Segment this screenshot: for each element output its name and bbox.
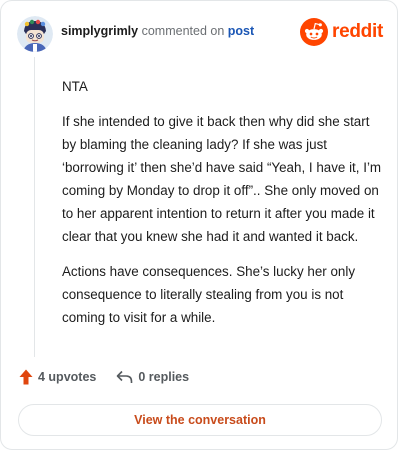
username-link[interactable]: simplygrimly (61, 24, 138, 38)
reddit-brand[interactable]: reddit (300, 18, 383, 46)
comment-paragraph: NTA (62, 79, 88, 94)
reply-button[interactable]: 0 replies (116, 370, 189, 384)
view-conversation-button[interactable]: View the conversation (18, 404, 382, 436)
comment-paragraph: Actions have consequences. She’s lucky h… (62, 264, 356, 325)
thread-line (34, 57, 35, 357)
comment-body: NTA If she intended to give it back then… (62, 75, 382, 341)
reddit-wordmark: reddit (332, 21, 383, 42)
post-link[interactable]: post (228, 24, 254, 38)
upvote-arrow-icon (19, 369, 33, 385)
upvote-button[interactable]: 4 upvotes (19, 369, 96, 385)
comment-card: simplygrimly commented on post reddit NT… (0, 0, 398, 450)
comment-paragraph: If she intended to give it back then why… (62, 114, 382, 244)
comment-footer: 4 upvotes 0 replies (19, 369, 189, 385)
upvotes-count: 4 upvotes (38, 370, 97, 384)
reply-arrow-icon (117, 370, 133, 383)
comment-meta: simplygrimly commented on post (61, 23, 254, 39)
reddit-logo-icon (300, 18, 329, 46)
replies-count: 0 replies (138, 370, 190, 384)
action-text: commented on (141, 24, 225, 38)
avatar-icon[interactable] (17, 16, 53, 52)
comment-header: simplygrimly commented on post reddit (17, 15, 383, 53)
